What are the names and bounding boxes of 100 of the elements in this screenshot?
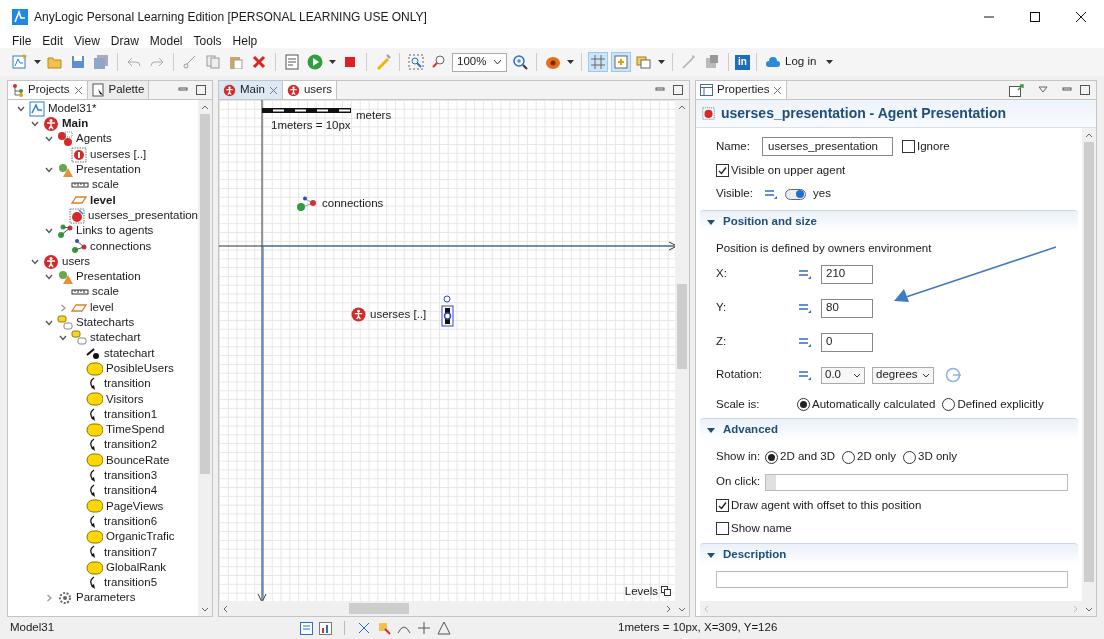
radio-label[interactable]: 3D only <box>918 448 957 466</box>
menu-item[interactable]: View <box>74 35 100 47</box>
tree-item[interactable]: PosibleUsers <box>106 362 174 375</box>
caret-icon[interactable] <box>566 59 575 65</box>
expression-toggle-icon[interactable] <box>798 369 812 381</box>
tree-item[interactable]: Links to agents <box>76 225 154 237</box>
radio-button[interactable] <box>903 450 916 464</box>
tree-item[interactable]: Parameters <box>76 592 136 604</box>
close-icon[interactable] <box>773 85 783 95</box>
tree-item[interactable]: scale <box>92 179 119 191</box>
tree-item[interactable]: Visitors <box>106 393 144 406</box>
expression-toggle-icon[interactable] <box>798 268 812 280</box>
checkbox[interactable] <box>902 140 915 153</box>
tree-item[interactable]: transition <box>104 378 151 390</box>
tree-item[interactable]: Statecharts <box>76 317 135 329</box>
editor-tab[interactable]: Main <box>219 81 283 99</box>
chevron-down-icon[interactable] <box>44 226 54 236</box>
expression-toggle-icon[interactable] <box>764 188 778 200</box>
canvas[interactable]: meters 1meters = 10px connections userses [..] Levels <box>219 100 675 601</box>
tree-item[interactable]: Main <box>62 118 89 130</box>
radio-button[interactable] <box>797 398 810 411</box>
tree-item[interactable]: Presentation <box>76 164 141 176</box>
close-icon[interactable] <box>73 85 83 95</box>
select-icon[interactable] <box>357 621 371 635</box>
tree-item[interactable]: transition4 <box>104 485 158 497</box>
radio-label[interactable]: Defined explicitly <box>957 395 1044 414</box>
maximize-icon[interactable] <box>673 85 683 95</box>
person-icon[interactable] <box>351 307 366 322</box>
chevron-right-icon[interactable] <box>44 593 54 604</box>
radio-label[interactable]: Automatically calculated <box>812 395 936 414</box>
scroll-up-icon[interactable] <box>201 104 209 110</box>
scrollbar[interactable] <box>219 601 675 616</box>
levels-button[interactable]: Levels <box>624 585 671 597</box>
scroll-up-icon[interactable] <box>1085 132 1093 138</box>
scroll-down-icon[interactable] <box>678 606 686 612</box>
pin-to-editor-icon[interactable] <box>1009 83 1024 97</box>
zoom-fit-button[interactable] <box>406 52 426 72</box>
menu-item[interactable]: Edit <box>42 35 64 47</box>
grid-toggle-button[interactable] <box>588 52 608 72</box>
scrollbar-thumb[interactable] <box>677 284 687 369</box>
scroll-up-icon[interactable] <box>678 104 686 110</box>
canvas-label[interactable]: userses [..] <box>370 308 427 321</box>
login-button[interactable]: Log in <box>763 53 819 71</box>
menu-item[interactable]: Model <box>149 35 183 47</box>
checkbox-label[interactable]: Show name <box>731 519 792 538</box>
caret-icon[interactable] <box>825 59 835 65</box>
scrollbar-thumb[interactable] <box>349 603 409 614</box>
scrollbar-thumb[interactable] <box>1084 142 1094 582</box>
radio-button[interactable] <box>942 398 956 411</box>
tree-item[interactable]: connections <box>90 240 152 253</box>
chevron-right-icon[interactable] <box>58 302 68 313</box>
panel-tab[interactable]: Palette <box>87 81 150 99</box>
build-button[interactable] <box>282 52 302 72</box>
chart-icon[interactable] <box>319 621 332 635</box>
visible-switch[interactable] <box>785 188 806 200</box>
console-icon[interactable] <box>300 621 313 635</box>
tree-item[interactable]: BounceRate <box>106 454 170 467</box>
rotation-dropdown[interactable]: 0.0 <box>821 366 865 384</box>
snap-toggle-button[interactable] <box>611 52 631 72</box>
tree-item[interactable]: userses_presentation <box>88 209 198 222</box>
coordinate-input-field[interactable]: 80 <box>821 298 873 318</box>
linkedin-button[interactable]: in <box>735 54 750 70</box>
tree-item[interactable]: transition6 <box>104 515 158 528</box>
checkbox[interactable] <box>716 164 729 177</box>
menu-item[interactable]: Draw <box>110 35 139 47</box>
editor-tab[interactable]: users <box>282 81 338 99</box>
scroll-left-icon[interactable] <box>223 604 228 613</box>
menu-item[interactable]: File <box>12 35 32 47</box>
tree-item[interactable]: transition3 <box>104 470 158 482</box>
checkbox-label[interactable]: Visible on upper agent <box>731 161 846 180</box>
zoom-in-button[interactable] <box>510 52 530 72</box>
radio-label[interactable]: 2D and 3D <box>780 448 835 466</box>
section-header[interactable]: Description <box>700 543 1078 565</box>
scroll-right-icon[interactable] <box>666 604 671 613</box>
caret-icon[interactable] <box>33 59 42 65</box>
scrollbar[interactable] <box>1082 128 1096 616</box>
link-nodes-icon[interactable] <box>296 196 318 212</box>
radio-label[interactable]: 2D only <box>857 448 896 466</box>
checkbox-label[interactable]: Draw agent with offset to this position <box>731 496 922 515</box>
panel-tab[interactable]: Projects <box>8 81 88 99</box>
panel-tab[interactable]: Properties <box>696 81 788 99</box>
caret-icon[interactable] <box>328 59 337 65</box>
tree-item[interactable]: Presentation <box>76 271 141 283</box>
checkbox[interactable] <box>716 522 729 535</box>
maximize-icon[interactable] <box>1080 85 1090 95</box>
tree-item[interactable]: OrganicTrafic <box>106 531 175 543</box>
section-header[interactable]: Advanced <box>700 418 1078 440</box>
scrollbar-thumb[interactable] <box>200 114 210 474</box>
radio-button[interactable] <box>842 450 855 464</box>
tree-item[interactable]: PageViews <box>106 500 164 513</box>
canvas-label[interactable]: connections <box>322 198 384 210</box>
radio-button[interactable] <box>765 450 778 464</box>
selected-agent-shape[interactable] <box>441 295 454 327</box>
zoom-dropdown[interactable]: 100% <box>452 52 507 72</box>
scrollbar[interactable] <box>198 100 212 616</box>
section-header[interactable]: Position and size <box>700 210 1078 232</box>
tree-item[interactable]: level <box>90 301 114 314</box>
tree-item[interactable]: Agents <box>76 133 112 145</box>
coordinate-input-field[interactable]: 210 <box>821 264 873 284</box>
name-input-field[interactable]: userses_presentation <box>762 137 893 156</box>
